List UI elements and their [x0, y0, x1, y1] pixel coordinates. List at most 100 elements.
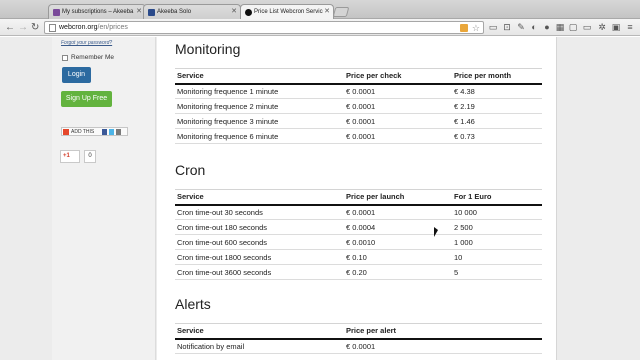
address-bar[interactable]: webcron.org/en/prices ☆ [44, 21, 484, 34]
signup-button[interactable]: Sign Up Free [61, 91, 112, 107]
service-cell: Monitoring frequence 1 minute [175, 83, 344, 99]
table-header-row: Service Price per alert [175, 323, 542, 340]
price-cell: € 0.0001 [344, 128, 452, 144]
quantity-cell: 10 [452, 249, 542, 265]
login-button[interactable]: Login [62, 67, 91, 83]
service-cell: Notification by email [175, 338, 344, 354]
tab-close-icon[interactable]: ✕ [231, 5, 237, 19]
quantity-cell: 1 000 [452, 234, 542, 250]
table-header-row: Service Price per launch For 1 Euro [175, 189, 542, 206]
service-cell: Monitoring frequence 3 minute [175, 113, 344, 129]
service-cell: Cron time-out 180 seconds [175, 219, 344, 235]
tab-label: Price List Webcron Services [254, 9, 323, 15]
extension-dash-icon[interactable]: ▭ [582, 22, 592, 32]
column-header: Price per launch [344, 189, 452, 206]
extension-reader-icon[interactable]: ▭ [488, 22, 498, 32]
table-row: Cron time-out 180 seconds € 0.0004 2 500 [175, 219, 542, 235]
menu-icon[interactable]: ≡ [625, 22, 635, 32]
table-row: Cron time-out 3600 seconds € 0.20 5 [175, 264, 542, 280]
tab-favicon-icon [148, 9, 155, 16]
url-host: webcron.org [59, 24, 98, 31]
remember-me-checkbox[interactable] [62, 55, 68, 61]
google-plus-count: 0 [84, 150, 96, 163]
cron-table: Service Price per launch For 1 Euro Cron… [175, 189, 542, 280]
quantity-cell: 10 000 [452, 204, 542, 220]
tab-akeeba-solo[interactable]: Akeeba Solo ✕ [143, 4, 241, 19]
monitoring-table: Service Price per check Price per month … [175, 68, 542, 144]
settings-gear-icon[interactable]: ✲ [597, 22, 607, 32]
tab-my-subscriptions[interactable]: My subscriptions – Akeeba ✕ [48, 4, 146, 19]
tab-favicon-icon [245, 9, 252, 16]
column-header: Service [175, 68, 344, 85]
facebook-icon[interactable] [102, 129, 107, 135]
price-cell: € 0.0001 [344, 98, 452, 114]
addthis-share-widget[interactable]: ADD THIS [61, 127, 128, 136]
extension-box-icon[interactable]: ▣ [611, 22, 621, 32]
left-sidebar [52, 37, 156, 360]
price-cell: € 2.19 [452, 98, 542, 114]
empty-cell [452, 338, 542, 354]
table-header-row: Service Price per check Price per month [175, 68, 542, 85]
extension-share-icon[interactable]: ⊡ [502, 22, 512, 32]
twitter-icon[interactable] [109, 129, 114, 135]
bookmark-star-icon[interactable]: ☆ [472, 22, 480, 34]
browser-toolbar: ← → ↻ webcron.org/en/prices ☆ ▭ ⊡ ✎ ◐ ● … [0, 19, 640, 36]
price-cell: € 0.0001 [344, 204, 452, 220]
tab-close-icon[interactable]: ✕ [324, 5, 330, 19]
table-row: Monitoring frequence 1 minute € 0.0001 €… [175, 83, 542, 99]
price-cell: € 0.10 [344, 249, 452, 265]
url-path: /en/prices [97, 24, 128, 31]
remember-me-label: Remember Me [71, 54, 114, 61]
column-header: Price per check [344, 68, 452, 85]
service-cell: Cron time-out 600 seconds [175, 234, 344, 250]
service-cell: Cron time-out 1800 seconds [175, 249, 344, 265]
tab-label: My subscriptions – Akeeba [62, 9, 134, 15]
tab-close-icon[interactable]: ✕ [136, 5, 142, 19]
gplus-label: +1 [63, 153, 70, 159]
quantity-cell: 2 500 [452, 219, 542, 235]
price-cell: € 0.20 [344, 264, 452, 280]
extension-tool-icon[interactable]: ✎ [516, 22, 526, 32]
table-row: Cron time-out 30 seconds € 0.0001 10 000 [175, 204, 542, 220]
extension-ghost-icon[interactable]: ◐ [529, 22, 539, 32]
column-header: Service [175, 189, 344, 206]
addthis-label: ADD THIS [71, 129, 95, 135]
page-icon [49, 24, 56, 32]
tab-price-list[interactable]: Price List Webcron Services ✕ [240, 4, 334, 19]
column-header: For 1 Euro [452, 189, 542, 206]
table-row: Cron time-out 600 seconds € 0.0010 1 000 [175, 234, 542, 250]
extension-globe-icon[interactable]: ● [542, 22, 552, 32]
tab-strip: My subscriptions – Akeeba ✕ Akeeba Solo … [0, 0, 640, 19]
cron-heading: Cron [175, 162, 206, 178]
price-cell: € 0.0001 [344, 338, 452, 354]
addthis-plus-icon [63, 129, 69, 135]
email-share-icon[interactable] [116, 129, 121, 135]
rss-icon[interactable] [460, 24, 468, 32]
price-cell: € 4.38 [452, 83, 542, 99]
column-header [452, 323, 542, 340]
price-cell: € 0.0001 [344, 113, 452, 129]
alerts-heading: Alerts [175, 296, 211, 312]
tab-favicon-icon [53, 9, 60, 16]
price-cell: € 1.46 [452, 113, 542, 129]
column-header: Price per month [452, 68, 542, 85]
forward-arrow-icon[interactable]: → [18, 22, 28, 33]
extension-grid-icon[interactable]: ▦ [555, 22, 565, 32]
price-cell: € 0.0001 [344, 83, 452, 99]
service-cell: Monitoring frequence 6 minute [175, 128, 344, 144]
google-plus-button[interactable]: +1 [60, 150, 80, 163]
new-tab-button[interactable] [332, 7, 350, 17]
table-row: Monitoring frequence 2 minute € 0.0001 €… [175, 98, 542, 114]
extension-square-icon[interactable]: ▢ [568, 22, 578, 32]
column-header: Service [175, 323, 344, 340]
alerts-table: Service Price per alert Notification by … [175, 323, 542, 354]
forgot-password-link[interactable]: Forgot your password? [61, 40, 112, 46]
table-row: Cron time-out 1800 seconds € 0.10 10 [175, 249, 542, 265]
table-row: Monitoring frequence 6 minute € 0.0001 €… [175, 128, 542, 144]
monitoring-heading: Monitoring [175, 41, 241, 57]
table-row: Monitoring frequence 3 minute € 0.0001 €… [175, 113, 542, 129]
column-header: Price per alert [344, 323, 452, 340]
service-cell: Cron time-out 3600 seconds [175, 264, 344, 280]
reload-icon[interactable]: ↻ [31, 22, 39, 33]
back-arrow-icon[interactable]: ← [5, 22, 15, 33]
